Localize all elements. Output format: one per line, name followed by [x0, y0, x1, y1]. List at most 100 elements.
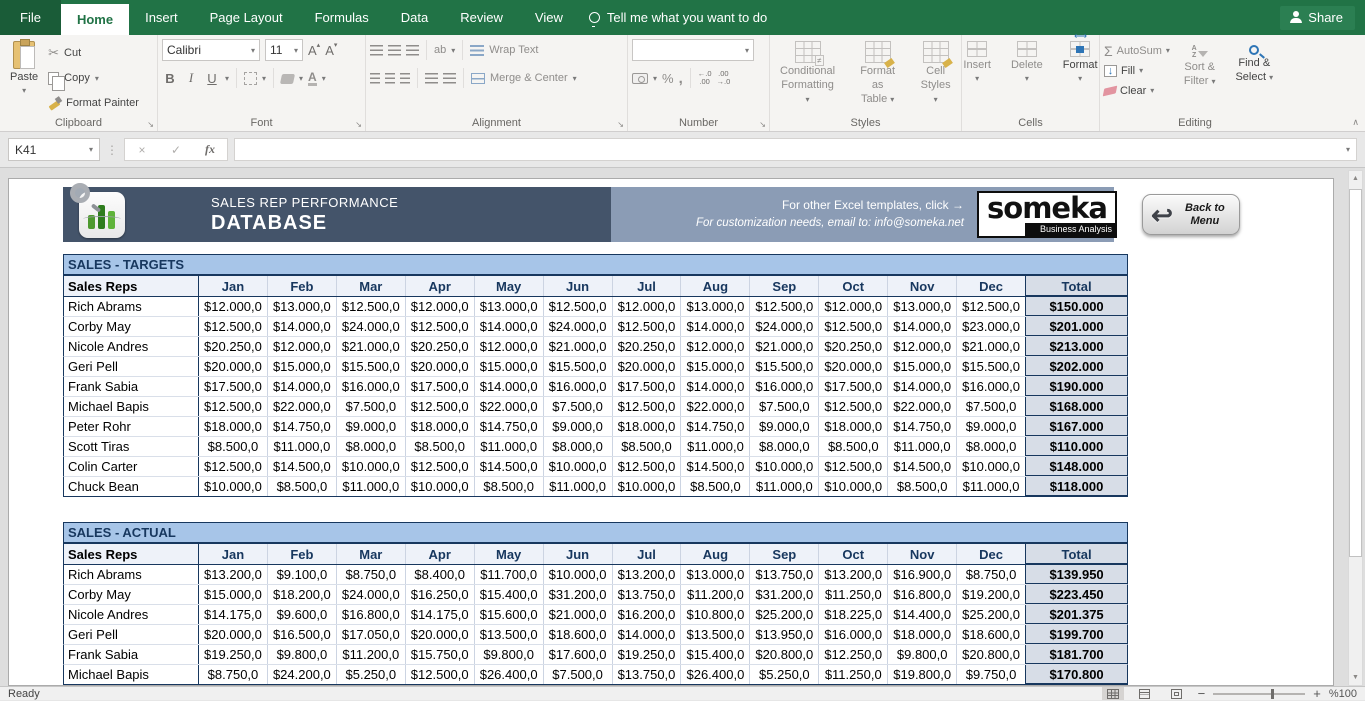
- value-cell[interactable]: $14.500,0: [681, 457, 750, 476]
- sort-filter-button[interactable]: AZ Sort &Filter ▾: [1178, 39, 1222, 113]
- value-cell[interactable]: $15.500,0: [337, 357, 406, 376]
- rep-name-cell[interactable]: Frank Sabia: [64, 645, 199, 664]
- value-cell[interactable]: $10.000,0: [406, 477, 475, 496]
- value-cell[interactable]: $8.500,0: [268, 477, 337, 496]
- someka-logo[interactable]: someka Business Analysis: [977, 191, 1117, 238]
- value-cell[interactable]: $18.225,0: [819, 605, 888, 624]
- value-cell[interactable]: $10.000,0: [544, 457, 613, 476]
- value-cell[interactable]: $17.500,0: [819, 377, 888, 396]
- value-cell[interactable]: $11.000,0: [957, 477, 1025, 496]
- value-cell[interactable]: $12.000,0: [613, 297, 682, 316]
- decrease-indent-icon[interactable]: [425, 73, 438, 84]
- value-cell[interactable]: $11.000,0: [475, 437, 544, 456]
- total-cell[interactable]: $201.375: [1025, 605, 1127, 624]
- total-cell[interactable]: $201.000: [1025, 317, 1127, 336]
- value-cell[interactable]: $8.750,0: [199, 665, 268, 684]
- value-cell[interactable]: $8.500,0: [475, 477, 544, 496]
- value-cell[interactable]: $18.000,0: [406, 417, 475, 436]
- value-cell[interactable]: $12.500,0: [750, 297, 819, 316]
- resize-dots-icon[interactable]: ⋮: [106, 143, 118, 157]
- value-cell[interactable]: $10.000,0: [613, 477, 682, 496]
- value-cell[interactable]: $13.000,0: [681, 297, 750, 316]
- formula-input[interactable]: ▾: [234, 138, 1357, 161]
- zoom-slider[interactable]: [1213, 693, 1305, 695]
- format-painter-button[interactable]: Format Painter: [48, 92, 139, 113]
- value-cell[interactable]: $16.000,0: [957, 377, 1025, 396]
- value-cell[interactable]: $20.250,0: [406, 337, 475, 356]
- value-cell[interactable]: $11.000,0: [337, 477, 406, 496]
- value-cell[interactable]: $12.000,0: [681, 337, 750, 356]
- value-cell[interactable]: $14.000,0: [613, 625, 682, 644]
- value-cell[interactable]: $20.000,0: [819, 357, 888, 376]
- value-cell[interactable]: $24.000,0: [337, 585, 406, 604]
- value-cell[interactable]: $9.800,0: [268, 645, 337, 664]
- total-cell[interactable]: $150.000: [1025, 297, 1127, 316]
- value-cell[interactable]: $15.000,0: [475, 357, 544, 376]
- month-header-cell[interactable]: May: [475, 544, 544, 564]
- tab-formulas[interactable]: Formulas: [299, 0, 385, 35]
- value-cell[interactable]: $14.000,0: [681, 317, 750, 336]
- value-cell[interactable]: $14.000,0: [681, 377, 750, 396]
- month-header-cell[interactable]: Sep: [750, 544, 819, 564]
- find-select-button[interactable]: Find &Select ▾: [1229, 39, 1279, 113]
- value-cell[interactable]: $22.000,0: [475, 397, 544, 416]
- rep-name-cell[interactable]: Frank Sabia: [64, 377, 199, 396]
- rep-name-cell[interactable]: Corby May: [64, 317, 199, 336]
- value-cell[interactable]: $12.000,0: [888, 337, 957, 356]
- value-cell[interactable]: $12.500,0: [406, 317, 475, 336]
- total-cell[interactable]: $213.000: [1025, 337, 1127, 356]
- value-cell[interactable]: $17.500,0: [613, 377, 682, 396]
- value-cell[interactable]: $16.000,0: [544, 377, 613, 396]
- value-cell[interactable]: $24.000,0: [337, 317, 406, 336]
- value-cell[interactable]: $8.000,0: [337, 437, 406, 456]
- month-header-cell[interactable]: Mar: [337, 544, 406, 564]
- value-cell[interactable]: $13.000,0: [681, 565, 750, 584]
- month-header-cell[interactable]: Aug: [681, 276, 750, 296]
- value-cell[interactable]: $10.000,0: [199, 477, 268, 496]
- month-header-cell[interactable]: Jan: [199, 544, 268, 564]
- total-cell[interactable]: $223.450: [1025, 585, 1127, 604]
- paste-button[interactable]: Paste ▾: [4, 39, 44, 113]
- value-cell[interactable]: $13.500,0: [475, 625, 544, 644]
- value-cell[interactable]: $12.500,0: [613, 397, 682, 416]
- align-right-icon[interactable]: [400, 73, 410, 84]
- value-cell[interactable]: $17.500,0: [406, 377, 475, 396]
- month-header-cell[interactable]: Nov: [888, 544, 957, 564]
- value-cell[interactable]: $11.000,0: [750, 477, 819, 496]
- value-cell[interactable]: $16.900,0: [888, 565, 957, 584]
- value-cell[interactable]: $31.200,0: [750, 585, 819, 604]
- rep-name-cell[interactable]: Nicole Andres: [64, 337, 199, 356]
- value-cell[interactable]: $21.000,0: [544, 337, 613, 356]
- value-cell[interactable]: $15.500,0: [957, 357, 1025, 376]
- format-cells-button[interactable]: Format ▾: [1057, 39, 1104, 113]
- rep-name-cell[interactable]: Colin Carter: [64, 457, 199, 476]
- value-cell[interactable]: $11.250,0: [819, 665, 888, 684]
- value-cell[interactable]: $20.800,0: [957, 645, 1025, 664]
- value-cell[interactable]: $15.400,0: [475, 585, 544, 604]
- value-cell[interactable]: $11.200,0: [681, 585, 750, 604]
- total-header-cell[interactable]: Total: [1025, 276, 1127, 296]
- tab-insert[interactable]: Insert: [129, 0, 194, 35]
- scroll-up-icon[interactable]: ▲: [1349, 171, 1362, 186]
- value-cell[interactable]: $13.200,0: [819, 565, 888, 584]
- promo-line-1[interactable]: For other Excel templates, click →: [696, 196, 964, 214]
- value-cell[interactable]: $24.000,0: [544, 317, 613, 336]
- value-cell[interactable]: $12.250,0: [819, 645, 888, 664]
- value-cell[interactable]: $18.200,0: [268, 585, 337, 604]
- value-cell[interactable]: $5.250,0: [750, 665, 819, 684]
- month-header-cell[interactable]: Apr: [406, 544, 475, 564]
- value-cell[interactable]: $13.000,0: [475, 297, 544, 316]
- value-cell[interactable]: $13.750,0: [613, 585, 682, 604]
- underline-dropdown-icon[interactable]: ▾: [225, 74, 229, 83]
- rep-name-cell[interactable]: Scott Tiras: [64, 437, 199, 456]
- value-cell[interactable]: $24.000,0: [750, 317, 819, 336]
- value-cell[interactable]: $18.000,0: [613, 417, 682, 436]
- value-cell[interactable]: $5.250,0: [337, 665, 406, 684]
- value-cell[interactable]: $13.500,0: [681, 625, 750, 644]
- fill-button[interactable]: ↓Fill▾: [1104, 62, 1170, 79]
- grow-font-button[interactable]: A▴: [308, 43, 320, 58]
- value-cell[interactable]: $9.000,0: [957, 417, 1025, 436]
- value-cell[interactable]: $10.000,0: [544, 565, 613, 584]
- value-cell[interactable]: $21.000,0: [750, 337, 819, 356]
- rep-name-cell[interactable]: Corby May: [64, 585, 199, 604]
